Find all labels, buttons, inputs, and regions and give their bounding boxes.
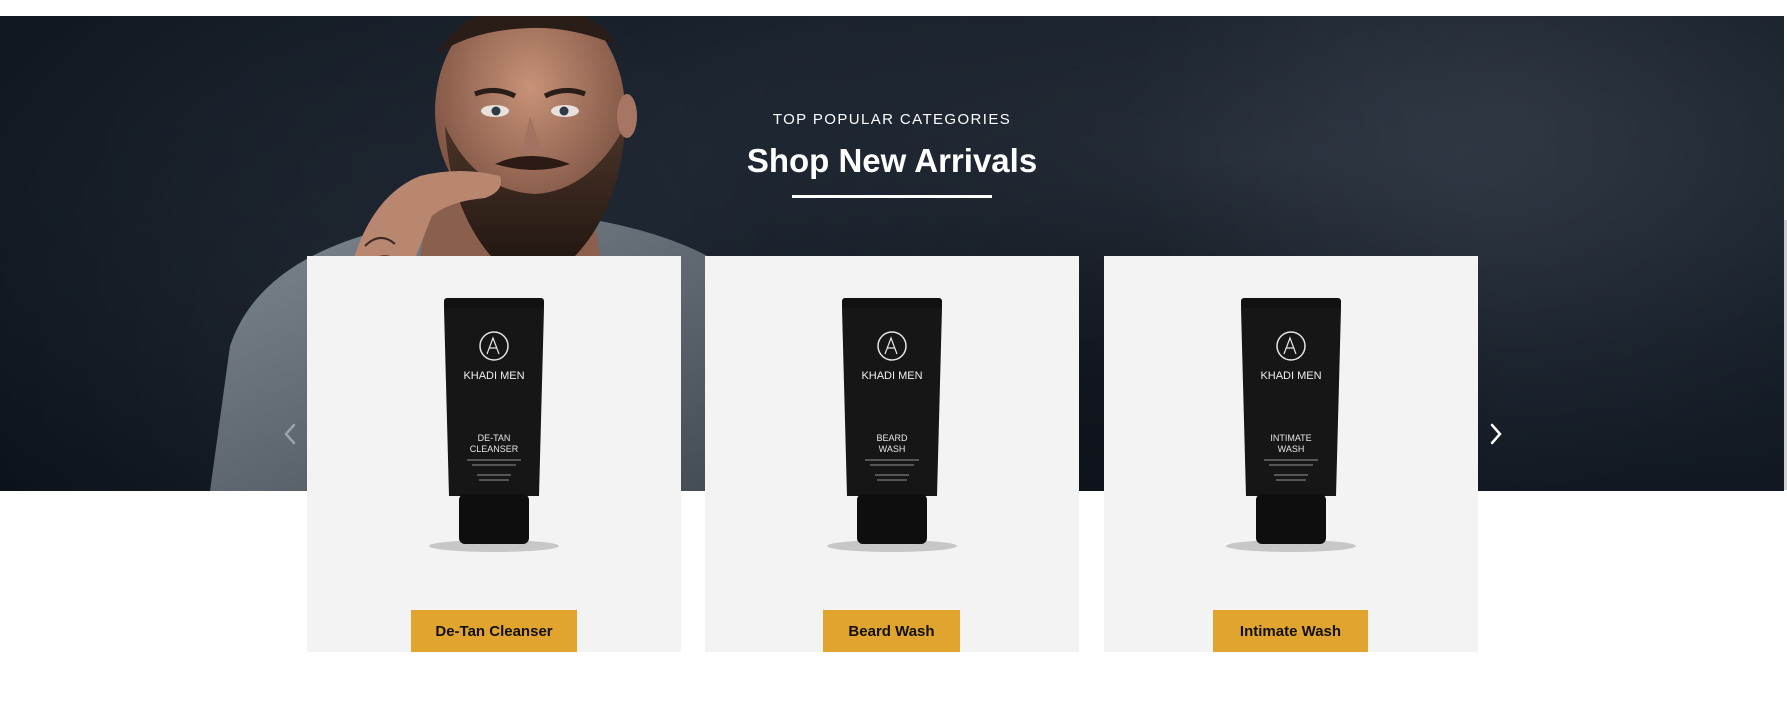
- product-image: KHADI MEN DE-TAN CLEANSER: [429, 298, 559, 552]
- product-image: KHADI MEN BEARD WASH: [827, 298, 957, 552]
- tube-label-line2: CLEANSER: [470, 444, 519, 454]
- page: TOP POPULAR CATEGORIES Shop New Arrivals…: [0, 0, 1787, 709]
- product-carousel: KHADI MEN DE-TAN CLEANSER De-Tan Cleanse…: [0, 256, 1787, 652]
- tube-brand: KHADI MEN: [861, 370, 922, 382]
- tube-label-line2: WASH: [879, 444, 906, 454]
- product-card[interactable]: KHADI MEN INTIMATE WASH Intimate Wash: [1104, 256, 1478, 652]
- section-kicker: TOP POPULAR CATEGORIES: [772, 111, 1012, 128]
- product-image: KHADI MEN INTIMATE WASH: [1226, 298, 1356, 552]
- product-card[interactable]: KHADI MEN BEARD WASH Beard Wash: [705, 256, 1079, 652]
- tube-label-line1: INTIMATE: [1270, 433, 1311, 443]
- product-card[interactable]: KHADI MEN DE-TAN CLEANSER De-Tan Cleanse…: [307, 256, 681, 652]
- tube-brand: KHADI MEN: [463, 370, 524, 382]
- tube-label-line1: DE-TAN: [478, 433, 511, 443]
- headline-underline: [792, 195, 992, 198]
- tube-label-line2: WASH: [1278, 444, 1305, 454]
- section-headline: Shop New Arrivals: [746, 142, 1038, 179]
- product-button-de-tan-cleanser[interactable]: De-Tan Cleanser: [411, 610, 577, 652]
- tube-label-line1: BEARD: [876, 433, 908, 443]
- product-button-intimate-wash[interactable]: Intimate Wash: [1213, 610, 1368, 652]
- product-button-beard-wash[interactable]: Beard Wash: [823, 610, 960, 652]
- tube-brand: KHADI MEN: [1260, 370, 1321, 382]
